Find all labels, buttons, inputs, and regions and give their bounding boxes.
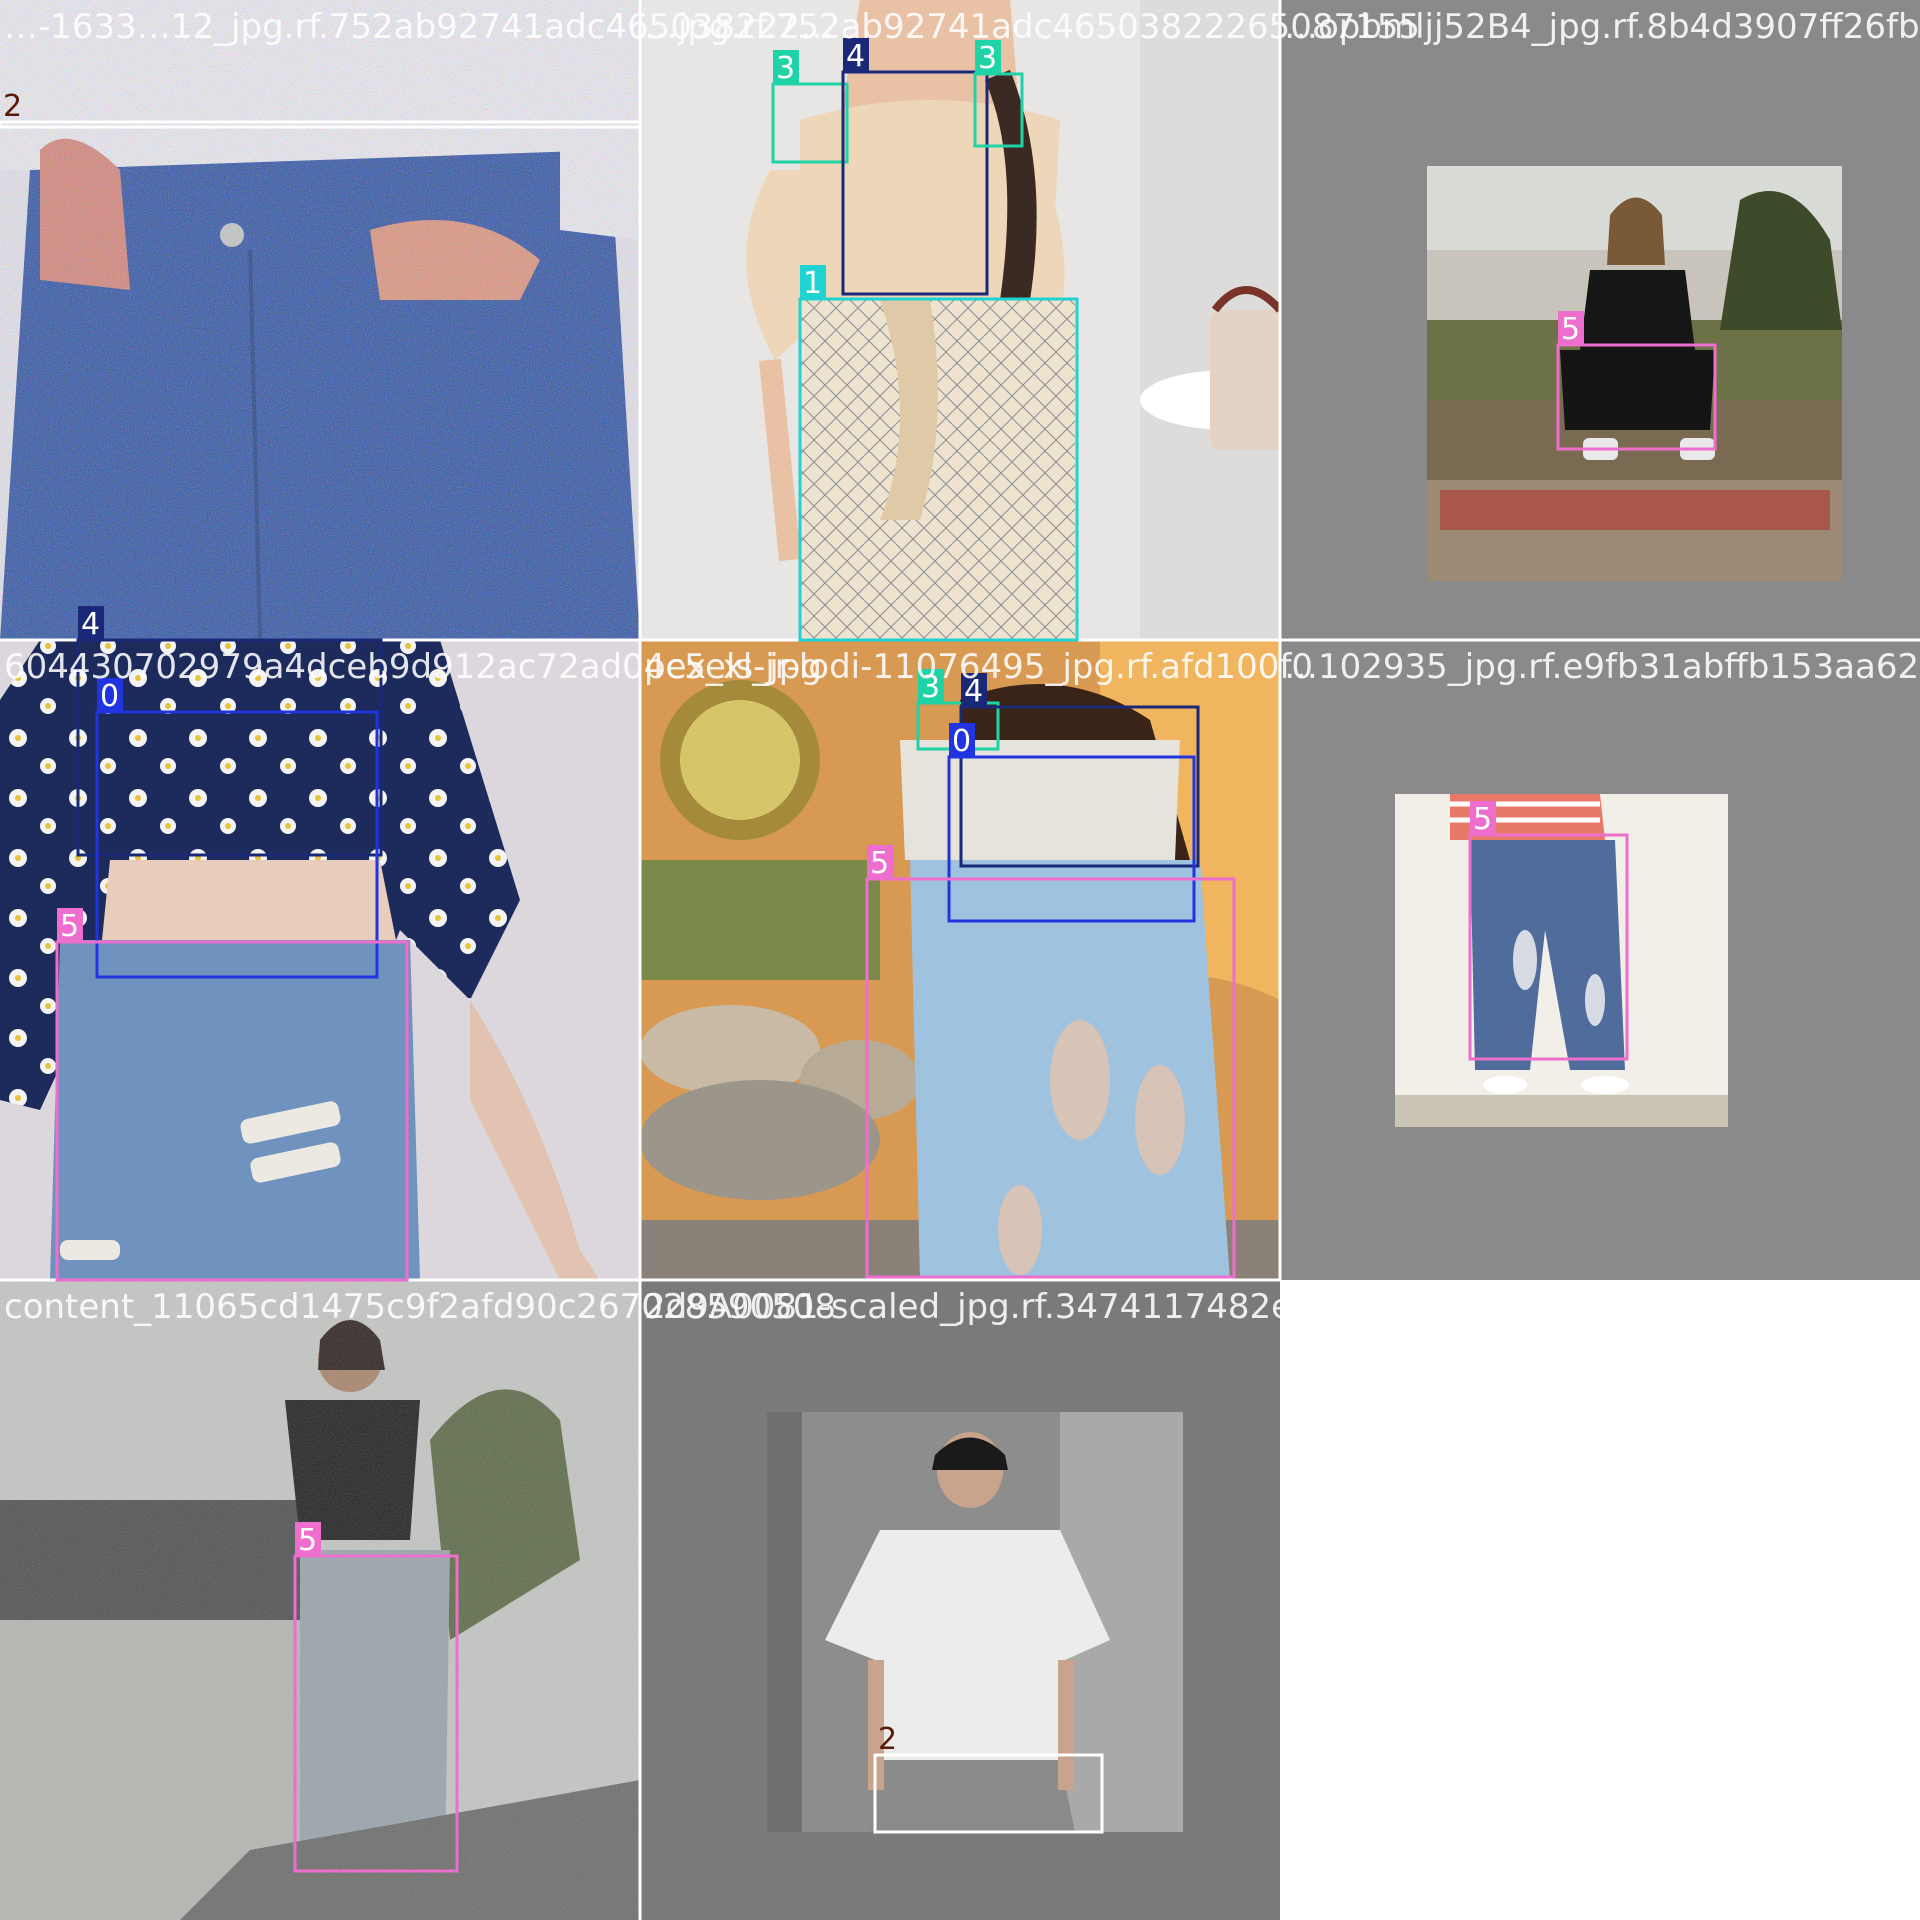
tile-6-photo	[0, 1280, 640, 1920]
tile-1-photo	[640, 0, 1320, 640]
tile-2-photo	[1280, 0, 1920, 640]
class-tag-label: 2	[878, 1722, 897, 1757]
class-tag-label: 0	[952, 724, 971, 759]
tile-4-filename: pexels-jr-lodi-11076495_jpg.rf.afd100f0	[644, 647, 1313, 687]
class-tag-label: 1	[803, 266, 822, 301]
class-tag-label: 4	[81, 607, 100, 642]
class-tag-label: 5	[60, 909, 79, 944]
class-tag-label: 3	[776, 51, 795, 86]
detection-mosaic: 2 3 4 3 1 5 4 0 5 3 4 0 5 5 5 2 …-1633…1…	[0, 0, 1920, 1920]
class-tag-label: 5	[1561, 312, 1580, 347]
tile-0-photo	[0, 0, 640, 641]
tile-5-filename: …102935_jpg.rf.e9fb31abffb153aa62ee	[1284, 647, 1920, 687]
class-tag-label: 5	[1473, 802, 1492, 837]
tile-7-filename: 2d9A0081-scaled_jpg.rf.3474117482e52a4b6	[644, 1287, 1421, 1327]
tile-7-photo	[640, 1280, 1280, 1920]
class-tag-label: 2	[3, 89, 22, 124]
class-tag-label: 5	[298, 1523, 317, 1558]
class-tag-label: 5	[870, 846, 889, 881]
tile-5-photo	[1280, 640, 1920, 1280]
tile-2-filename: …opbmljj52B4_jpg.rf.8b4d3907ff26fbf6	[1284, 7, 1920, 47]
